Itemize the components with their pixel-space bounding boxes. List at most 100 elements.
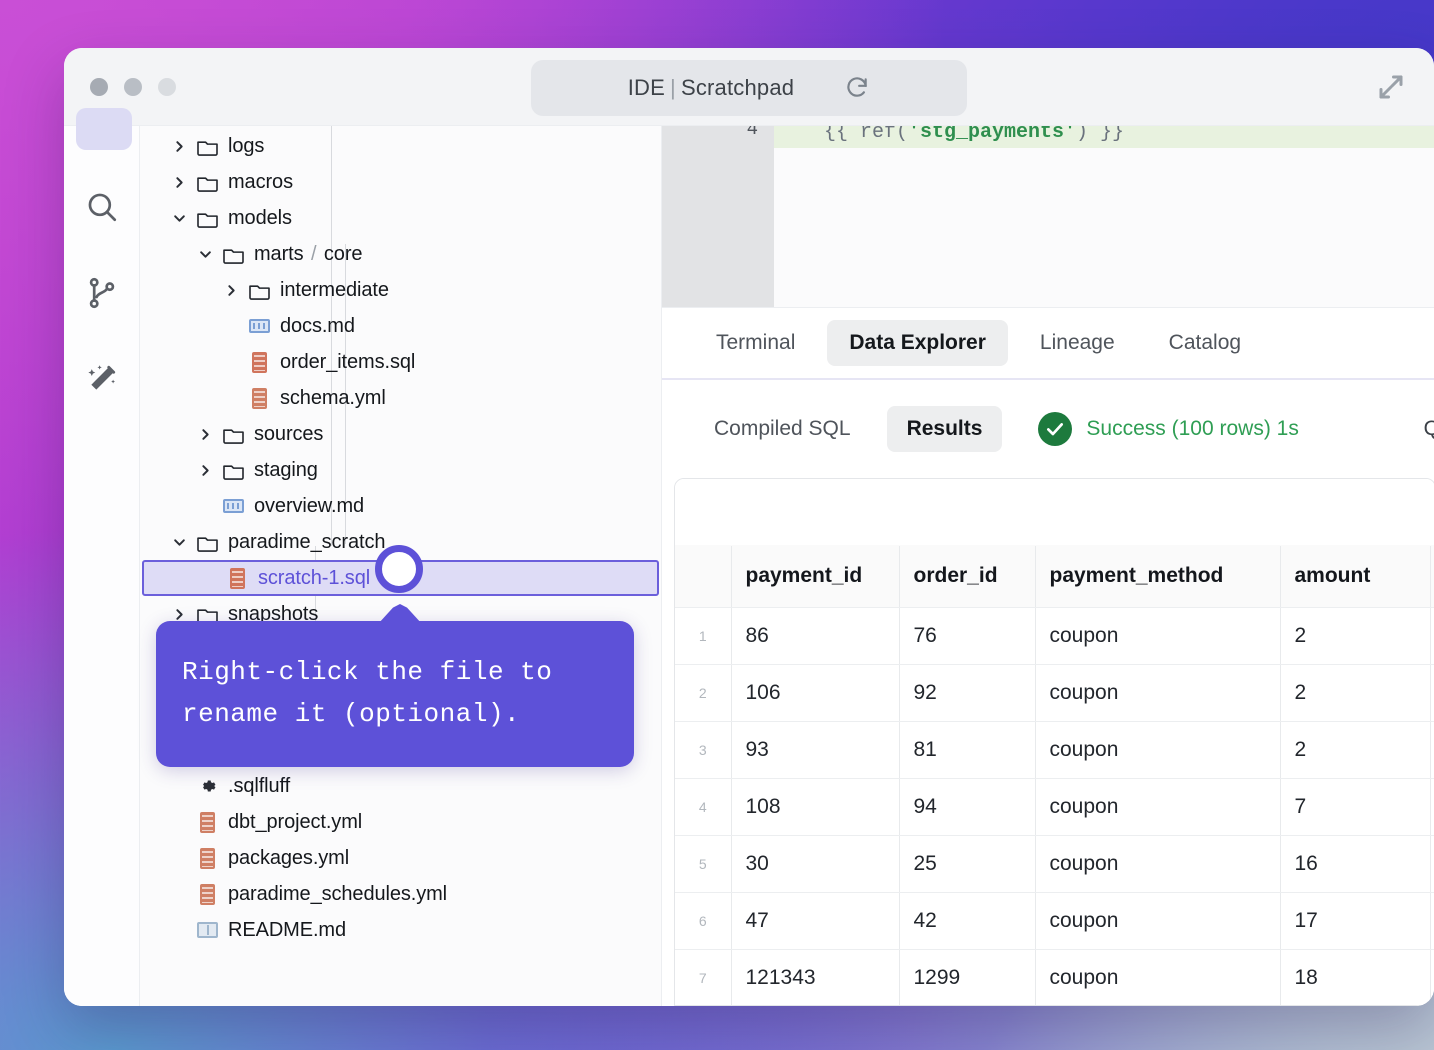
tree-item-file[interactable]: packages.yml xyxy=(140,840,661,876)
minimize-button[interactable] xyxy=(124,77,142,96)
column-header-index xyxy=(675,545,732,608)
cell-payment-id: 108 xyxy=(731,778,900,836)
yaml-file-icon xyxy=(192,883,222,905)
close-button[interactable] xyxy=(90,77,108,96)
chevron-down-icon[interactable] xyxy=(166,536,192,549)
column-header-order-id[interactable]: order_id xyxy=(899,545,1036,608)
tab-results[interactable]: Results xyxy=(886,406,1003,452)
tab-compiled-sql[interactable]: Compiled SQL xyxy=(694,406,871,452)
column-header-next[interactable] xyxy=(1430,545,1434,608)
table-row[interactable]: 1 86 76 coupon 2 xyxy=(675,607,1434,665)
reload-icon[interactable] xyxy=(844,75,870,101)
column-header-payment-id[interactable]: payment_id xyxy=(731,545,900,608)
tree-item-file[interactable]: docs.md xyxy=(140,308,661,344)
table-header: payment_id order_id payment_method amoun… xyxy=(675,479,1434,608)
tree-item-folder[interactable]: models xyxy=(140,200,661,236)
column-header-amount[interactable]: amount xyxy=(1280,545,1431,608)
tree-item-file[interactable]: paradime_schedules.yml xyxy=(140,876,661,912)
chevron-down-icon[interactable] xyxy=(166,212,192,225)
address-bar[interactable]: IDE | Scratchpad xyxy=(531,60,967,116)
table-row[interactable]: 4 108 94 coupon 7 xyxy=(675,778,1434,836)
sidebar-item-files[interactable] xyxy=(76,108,132,150)
tree-item-label: overview.md xyxy=(254,494,365,517)
yaml-file-icon xyxy=(192,847,222,869)
markdown-file-icon xyxy=(244,319,274,333)
tree-item-folder[interactable]: intermediate xyxy=(140,272,661,308)
yaml-file-icon xyxy=(192,811,222,833)
sidebar-item-source-control[interactable] xyxy=(64,252,140,338)
tree-item-file[interactable]: order_items.sql xyxy=(140,344,661,380)
table-row[interactable]: 3 93 81 coupon 2 xyxy=(675,721,1434,779)
yaml-file-icon xyxy=(244,387,274,409)
cell-order-id: 25 xyxy=(899,835,1036,893)
tree-item-file[interactable]: dbt_project.yml xyxy=(140,804,661,840)
folder-icon xyxy=(192,137,222,156)
tree-item-file[interactable]: README.md xyxy=(140,912,661,948)
sidebar-item-search[interactable] xyxy=(64,166,140,252)
table-row[interactable]: 2 106 92 coupon 2 xyxy=(675,664,1434,722)
row-index: 3 xyxy=(675,721,732,779)
cell-order-id: 76 xyxy=(899,607,1036,665)
panel-tabs: Terminal Data Explorer Lineage Catalog xyxy=(662,308,1434,380)
column-header-payment-method[interactable]: payment_method xyxy=(1035,545,1281,608)
cell-payment-method: coupon xyxy=(1035,835,1281,893)
tab-lineage[interactable]: Lineage xyxy=(1018,320,1137,366)
table-row[interactable]: 6 47 42 coupon 17 xyxy=(675,892,1434,950)
sql-file-icon xyxy=(244,351,274,373)
row-index: 1 xyxy=(675,607,732,665)
tab-catalog[interactable]: Catalog xyxy=(1147,320,1263,366)
callout-line-1: Right-click the file to xyxy=(182,657,553,687)
chevron-right-icon[interactable] xyxy=(218,284,244,297)
window-body: logs macros models marts / core intermed… xyxy=(64,108,1434,1006)
folder-icon xyxy=(192,209,222,228)
results-table[interactable]: payment_id order_id payment_method amoun… xyxy=(674,478,1434,1006)
table-row[interactable]: 7 121343 1299 coupon 18 xyxy=(675,949,1434,1005)
gear-icon xyxy=(192,777,222,795)
tree-item-label: schema.yml xyxy=(280,386,386,409)
chevron-right-icon[interactable] xyxy=(192,464,218,477)
sidebar-item-assistant[interactable] xyxy=(64,338,140,424)
row-index: 2 xyxy=(675,664,732,722)
tab-data-explorer[interactable]: Data Explorer xyxy=(827,320,1008,366)
chevron-right-icon[interactable] xyxy=(166,608,192,621)
code-editor[interactable]: 4 {{ ref( 'stg_payments' ) }} xyxy=(662,126,1434,308)
cell-amount: 2 xyxy=(1280,607,1431,665)
query-label-cut[interactable]: Q xyxy=(1424,417,1434,441)
cell-payment-id: 93 xyxy=(731,721,900,779)
results-grid: payment_id order_id payment_method amoun… xyxy=(675,479,1434,1005)
tree-item-file[interactable]: .sqlfluff xyxy=(140,768,661,804)
cell-overflow xyxy=(1430,721,1434,779)
callout-tooltip: Right-click the file to rename it (optio… xyxy=(156,604,634,767)
table-row[interactable]: 5 30 25 coupon 16 xyxy=(675,835,1434,893)
cell-payment-method: coupon xyxy=(1035,721,1281,779)
cell-payment-id: 121343 xyxy=(731,949,900,1005)
tree-item-label: .sqlfluff xyxy=(228,774,291,797)
tree-item-label: paradime_schedules.yml xyxy=(228,882,448,905)
tree-item-folder[interactable]: sources xyxy=(140,416,661,452)
folder-icon xyxy=(218,461,248,480)
page-title-doc: Scratchpad xyxy=(680,75,795,100)
tree-item-folder[interactable]: macros xyxy=(140,164,661,200)
tree-item-label: models xyxy=(228,206,292,229)
chevron-right-icon[interactable] xyxy=(192,428,218,441)
chevron-down-icon[interactable] xyxy=(192,248,218,261)
folder-icon xyxy=(218,245,248,264)
tree-item-label: docs.md xyxy=(280,314,355,337)
maximize-button[interactable] xyxy=(158,77,176,96)
tree-item-folder[interactable]: logs xyxy=(140,128,661,164)
tree-item-label: dbt_project.yml xyxy=(228,810,363,833)
tree-item-folder[interactable]: marts / core xyxy=(140,236,661,272)
row-index: 6 xyxy=(675,892,732,950)
app-window: IDE | Scratchpad logs macros models mart… xyxy=(64,48,1434,1006)
chevron-right-icon[interactable] xyxy=(166,176,192,189)
cursor-ring xyxy=(375,545,423,593)
tree-item-folder[interactable]: staging xyxy=(140,452,661,488)
git-branch-icon xyxy=(85,276,119,315)
tree-item-file[interactable]: schema.yml xyxy=(140,380,661,416)
activity-bar xyxy=(64,108,140,1006)
sql-file-icon xyxy=(222,567,252,589)
chevron-right-icon[interactable] xyxy=(166,140,192,153)
tree-item-file[interactable]: overview.md xyxy=(140,488,661,524)
tab-terminal[interactable]: Terminal xyxy=(694,320,817,366)
markdown-file-icon xyxy=(192,922,222,938)
